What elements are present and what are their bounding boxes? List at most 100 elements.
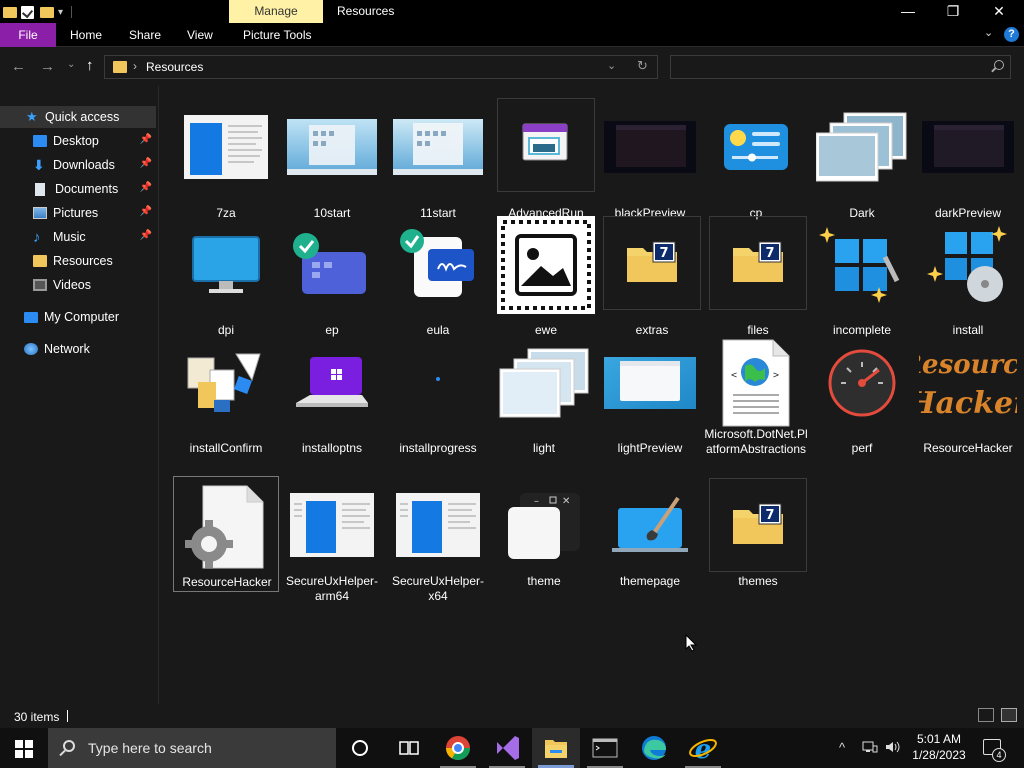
expand-ribbon-chevron-icon[interactable]: ⌄ [984,26,993,39]
file-thumbnail [601,98,699,196]
quick-access-toolbar: ▾ [0,3,73,21]
list-item[interactable]: < > Microsoft.DotNet.PlatformAbstractions [703,334,809,474]
tab-picture-tools[interactable]: Picture Tools [243,23,311,47]
clock-time: 5:01 AM [916,732,962,746]
new-folder-icon[interactable] [40,6,54,18]
search-placeholder: Type here to search [88,740,212,756]
sidebar-item-label: Network [44,342,90,356]
file-thumbnail: – ✕ [495,476,593,574]
file-thumbnail [919,98,1017,196]
file-thumbnail [177,98,275,196]
recent-locations-chevron-icon[interactable]: ⌄ [67,59,75,70]
videos-icon [33,279,47,291]
sidebar-item-label: My Computer [44,310,120,324]
status-bar: 30 items [0,704,1024,728]
mouse-cursor-icon [685,634,697,652]
item-count: 30 items [14,710,60,724]
customize-toolbar-chevron-icon[interactable]: ▾ [58,7,63,18]
file-name: SecureUxHelper-arm64 [285,574,379,603]
file-thumbnail [813,216,911,314]
maximize-button[interactable]: ❐ [930,0,976,23]
sidebar-item-network[interactable]: Network [0,338,156,360]
toolbar-separator [71,6,73,18]
search-input[interactable] [670,55,1011,79]
file-thumbnail [177,216,275,314]
list-item[interactable]: ResourceHacker [173,476,279,592]
tab-home[interactable]: Home [70,23,102,47]
search-icon [994,60,1004,70]
sidebar-item-my-computer[interactable]: My Computer [0,306,156,328]
tab-view[interactable]: View [187,23,213,47]
details-view-icon[interactable] [978,708,994,722]
cortana-icon[interactable] [336,728,384,768]
chevron-right-icon[interactable]: › [133,59,137,73]
file-name: theme [527,574,561,588]
edge-icon[interactable] [630,728,678,768]
sidebar-item-quick-access[interactable]: ★ Quick access [0,106,156,128]
breadcrumb[interactable]: Resources [146,60,203,74]
tab-file[interactable]: File [0,23,56,47]
file-name: installprogress [399,441,477,455]
sidebar-item-label: Documents [55,182,119,196]
svg-text:<: < [731,370,737,381]
back-arrow-icon[interactable]: ← [11,58,26,75]
volume-icon[interactable] [885,740,901,757]
close-button[interactable]: ✕ [976,0,1022,23]
visual-studio-icon[interactable] [483,728,531,768]
properties-icon[interactable] [21,5,34,19]
file-thumbnail [283,216,381,314]
svg-text:–: – [534,496,539,507]
sidebar-item-videos[interactable]: Videos [0,274,156,296]
sidebar-item-label: Videos [53,278,91,292]
file-name: light [532,441,555,455]
sidebar-item-pictures[interactable]: Pictures 📌 [0,202,156,224]
sidebar-item-music[interactable]: ♪ Music 📌 [0,226,156,248]
file-explorer-icon[interactable] [532,728,580,768]
network-icon[interactable] [862,740,878,757]
pin-icon[interactable]: 📌 [140,206,152,217]
file-name: Microsoft.DotNet.PlatformAbstractions [704,427,808,456]
internet-explorer-icon[interactable]: e [679,728,727,768]
pin-icon[interactable]: 📌 [140,158,152,169]
sidebar-item-downloads[interactable]: ⬇ Downloads 📌 [0,154,156,176]
help-icon[interactable]: ? [1004,27,1019,42]
ribbon-tabs: File Home Share View Picture Tools [0,23,1024,47]
show-hidden-icons-chevron-icon[interactable]: ^ [839,740,845,755]
pin-icon[interactable]: 📌 [140,230,152,241]
terminal-icon[interactable] [581,728,629,768]
address-bar[interactable]: › Resources ⌄ ↻ [104,55,658,79]
file-name: installoptns [301,441,363,455]
tab-share[interactable]: Share [129,23,161,47]
sidebar-item-documents[interactable]: Documents 📌 [0,178,156,200]
minimize-button[interactable]: — [885,0,931,23]
file-thumbnail [813,334,911,432]
refresh-icon[interactable]: ↻ [637,58,648,74]
taskbar-search-input[interactable]: Type here to search [48,728,336,768]
forward-arrow-icon[interactable]: → [40,58,55,75]
status-separator [67,710,68,722]
pictures-icon [33,207,47,219]
up-arrow-icon[interactable]: ↑ [86,57,94,74]
file-name: lightPreview [617,441,683,455]
list-item[interactable]: 7za [173,98,279,220]
large-icons-view-icon[interactable] [1001,708,1017,722]
folder-icon [33,255,47,267]
pin-icon[interactable]: 📌 [140,182,152,193]
file-name: themepage [619,574,681,588]
file-name: themes [738,574,778,588]
manage-contextual-tab[interactable]: Manage [229,0,323,23]
file-thumbnail [389,216,487,314]
sidebar-item-desktop[interactable]: Desktop 📌 [0,130,156,152]
system-clock[interactable]: 5:01 AM 1/28/2023 [906,731,972,763]
windows-start-icon[interactable] [15,740,33,758]
chevron-down-icon[interactable]: ⌄ [607,59,616,72]
file-thumbnail [919,216,1017,314]
sidebar-item-resources[interactable]: Resources [0,250,156,272]
pin-icon[interactable]: 📌 [140,134,152,145]
task-view-icon[interactable] [384,728,432,768]
file-name: perf [851,441,873,455]
file-name: installConfirm [189,441,263,455]
file-thumbnail: 7 [603,216,701,310]
file-thumbnail [497,98,595,192]
chrome-icon[interactable] [434,728,482,768]
